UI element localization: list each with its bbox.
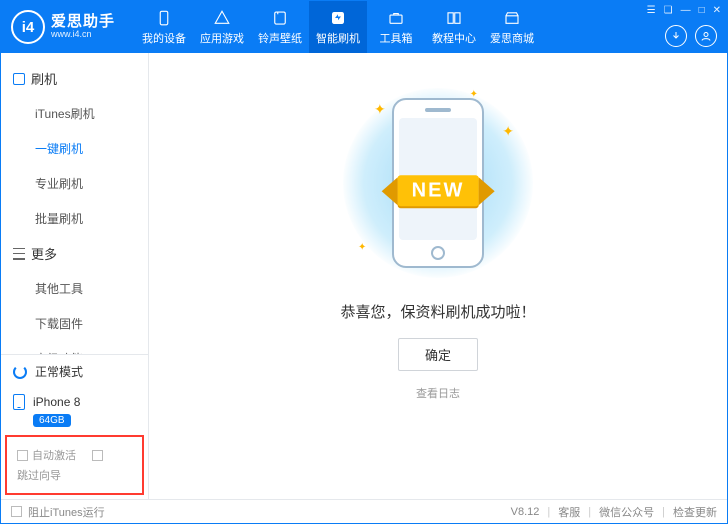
update-link[interactable]: 检查更新 (673, 504, 717, 520)
sidebar-item-advanced[interactable]: 高级功能 (1, 341, 148, 354)
view-log-link[interactable]: 查看日志 (416, 385, 460, 401)
logo-icon: i4 (11, 10, 45, 44)
user-button[interactable] (695, 25, 717, 47)
hamburger-icon (13, 248, 25, 260)
top-tabs: 我的设备 应用游戏 铃声壁纸 智能刷机 工具箱 教程中心 爱思商城 (135, 1, 541, 53)
group-title: 更多 (31, 244, 57, 263)
checkbox-auto-activate[interactable] (17, 450, 28, 461)
sidebar-item-batch-flash[interactable]: 批量刷机 (1, 201, 148, 236)
device-row[interactable]: iPhone 8 (1, 388, 148, 412)
titlebar-actions (665, 25, 717, 47)
wechat-link[interactable]: 微信公众号 (599, 504, 654, 520)
checkbox-block-itunes[interactable] (11, 506, 22, 517)
flash-icon (329, 9, 347, 27)
tab-label: 爱思商城 (490, 30, 534, 46)
capacity-badge: 64GB (33, 414, 71, 427)
ok-button[interactable]: 确定 (398, 338, 478, 371)
checkbox-label: 自动激活 (32, 447, 76, 463)
brand-name: 爱思助手 (51, 14, 115, 31)
block-itunes-label: 阻止iTunes运行 (28, 504, 105, 520)
ribbon-label: NEW (398, 175, 479, 206)
titlebar: i4 爱思助手 www.i4.cn 我的设备 应用游戏 铃声壁纸 智能刷机 工具… (1, 1, 727, 53)
device-icon (155, 9, 173, 27)
menu-icon[interactable]: ☰ (647, 5, 656, 16)
sidebar-item-download-fw[interactable]: 下载固件 (1, 306, 148, 341)
tab-ringtones[interactable]: 铃声壁纸 (251, 1, 309, 53)
brand: i4 爱思助手 www.i4.cn (1, 10, 125, 44)
support-link[interactable]: 客服 (558, 504, 580, 520)
apps-icon (213, 9, 231, 27)
note-icon (271, 9, 289, 27)
tab-label: 工具箱 (380, 30, 413, 46)
tab-toolbox[interactable]: 工具箱 (367, 1, 425, 53)
tab-apps[interactable]: 应用游戏 (193, 1, 251, 53)
sidebar-item-other-tools[interactable]: 其他工具 (1, 271, 148, 306)
tab-flash[interactable]: 智能刷机 (309, 1, 367, 53)
tab-label: 我的设备 (142, 30, 186, 46)
checkbox-label: 跳过向导 (17, 467, 61, 483)
sidebar-item-pro-flash[interactable]: 专业刷机 (1, 166, 148, 201)
sidebar-item-oneclick-flash[interactable]: 一键刷机 (1, 131, 148, 166)
tab-label: 智能刷机 (316, 30, 360, 46)
device-name: iPhone 8 (33, 395, 80, 409)
main-panel: ✦ ✦ ✦ ✦ NEW 恭喜您，保资料刷机成功啦！ 确定 查看日志 (149, 53, 727, 499)
mode-label: 正常模式 (35, 363, 83, 380)
sidebar-group-flash: 刷机 (1, 61, 148, 96)
spinner-icon (13, 365, 27, 379)
tab-label: 教程中心 (432, 30, 476, 46)
version-label: V8.12 (511, 506, 540, 518)
tab-store[interactable]: 爱思商城 (483, 1, 541, 53)
tab-my-device[interactable]: 我的设备 (135, 1, 193, 53)
statusbar: 阻止iTunes运行 V8.12 | 客服 | 微信公众号 | 检查更新 (1, 499, 727, 523)
sidebar-item-itunes-flash[interactable]: iTunes刷机 (1, 96, 148, 131)
checkbox-skip-guide[interactable] (92, 450, 103, 461)
phone-icon (13, 394, 25, 410)
sidebar: 刷机 iTunes刷机 一键刷机 专业刷机 批量刷机 更多 其他工具 下载固件 … (1, 53, 149, 499)
mode-row[interactable]: 正常模式 (1, 355, 148, 388)
square-icon (13, 73, 25, 85)
options-highlight: 自动激活 跳过向导 (5, 435, 144, 495)
brand-url: www.i4.cn (51, 30, 115, 40)
window-controls: ☰ ❏ — □ ✕ (647, 5, 721, 16)
skin-icon[interactable]: ❏ (664, 5, 673, 16)
minimize-icon[interactable]: — (681, 5, 691, 16)
book-icon (445, 9, 463, 27)
tab-tutorials[interactable]: 教程中心 (425, 1, 483, 53)
tab-label: 铃声壁纸 (258, 30, 302, 46)
close-icon[interactable]: ✕ (713, 5, 721, 16)
sidebar-group-more: 更多 (1, 236, 148, 271)
success-message: 恭喜您，保资料刷机成功啦！ (340, 301, 535, 322)
maximize-icon[interactable]: □ (699, 5, 705, 16)
tab-label: 应用游戏 (200, 30, 244, 46)
download-button[interactable] (665, 25, 687, 47)
store-icon (503, 9, 521, 27)
success-illustration: ✦ ✦ ✦ ✦ NEW (328, 83, 548, 283)
toolbox-icon (387, 9, 405, 27)
group-title: 刷机 (31, 69, 57, 88)
